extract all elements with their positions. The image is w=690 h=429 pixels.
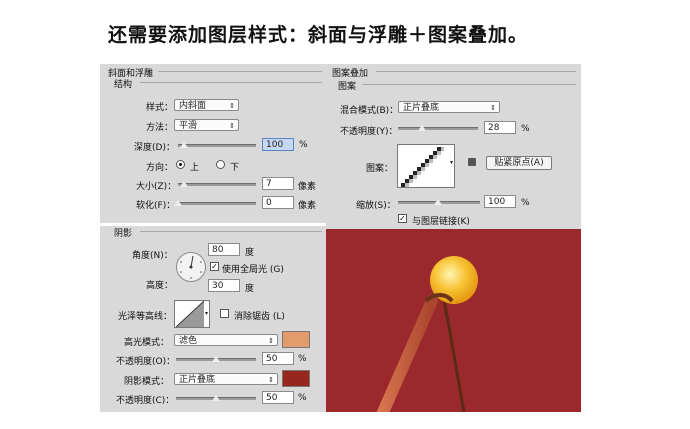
depth-label: 深度(D)： [134, 143, 175, 153]
diagonal-pattern-icon [401, 147, 444, 187]
link-with-layer-label: 与图层链接(K) [412, 217, 470, 227]
shadow-mode-value: 正片叠底 [179, 375, 216, 385]
soften-slider[interactable] [178, 202, 256, 205]
dropdown-arrow-icon: ▾ [449, 159, 453, 166]
soften-unit: 像素 [298, 201, 317, 211]
antialias-checkbox[interactable] [220, 309, 229, 318]
updown-arrow-icon: ⇕ [490, 104, 496, 112]
altitude-label: 高度： [146, 281, 174, 291]
shadow-opacity-label: 不透明度(C)： [116, 396, 175, 406]
pattern-picker[interactable]: ▾ [397, 144, 455, 188]
size-unit: 像素 [298, 182, 317, 192]
direction-down-label: 下 [230, 163, 240, 173]
technique-label: 方法： [146, 123, 174, 133]
blend-mode-value: 正片叠底 [403, 103, 440, 113]
direction-up-label: 上 [190, 163, 200, 173]
size-input[interactable]: 7 [262, 177, 294, 190]
direction-label: 方向： [146, 163, 174, 173]
pattern-label: 图案： [366, 164, 394, 174]
depth-unit: % [299, 140, 308, 150]
shading-panel: 阴影 角度(N)： 80 度 ✓ 使用全局光 (G) 高度： 30 度 光泽等高… [100, 226, 326, 412]
pattern-opacity-input[interactable]: 28 [484, 121, 516, 134]
size-slider-thumb[interactable] [180, 181, 188, 187]
pattern-group-title: 图案 [338, 82, 357, 92]
angle-dial[interactable] [176, 252, 206, 282]
direction-down-radio[interactable] [216, 160, 225, 169]
lamp-illustration [376, 256, 478, 412]
direction-up-radio[interactable] [176, 160, 185, 169]
new-preset-icon[interactable] [468, 158, 476, 166]
shadow-opacity-thumb[interactable] [212, 395, 220, 401]
size-slider[interactable] [178, 183, 256, 186]
style-select[interactable]: 内斜面 ⇕ [174, 99, 239, 111]
scale-label: 缩放(S)： [356, 201, 396, 211]
angle-label: 角度(N)： [132, 251, 173, 261]
blend-mode-label: 混合模式(B)： [340, 106, 399, 116]
updown-arrow-icon: ⇕ [229, 102, 235, 110]
highlight-opacity-unit: % [298, 354, 307, 364]
highlight-mode-value: 滤色 [179, 336, 198, 346]
divider [140, 231, 322, 232]
divider [140, 82, 322, 83]
depth-input[interactable]: 100 [262, 138, 294, 151]
angle-input[interactable]: 80 [208, 243, 240, 256]
shadow-mode-select[interactable]: 正片叠底 ⇕ [174, 373, 278, 385]
divider [376, 71, 576, 72]
divider [158, 71, 322, 72]
global-light-label: 使用全局光 (G) [222, 265, 284, 275]
scale-slider-thumb[interactable] [434, 199, 442, 205]
shadow-opacity-input[interactable]: 50 [262, 391, 294, 404]
caption-text: 还需要添加图层样式：斜面与浮雕＋图案叠加。 [108, 24, 529, 46]
snap-to-origin-button[interactable]: 贴紧原点(A) [486, 156, 552, 170]
pattern-section-title: 图案叠加 [332, 69, 369, 79]
altitude-input[interactable]: 30 [208, 279, 240, 292]
shadow-color-swatch[interactable] [282, 370, 310, 387]
pattern-opacity-thumb[interactable] [418, 125, 426, 131]
altitude-unit: 度 [245, 284, 255, 294]
angle-unit: 度 [245, 248, 255, 258]
style-label: 样式： [146, 103, 174, 113]
soften-slider-thumb[interactable] [174, 200, 182, 206]
divider [362, 84, 576, 85]
soften-label: 软化(F)： [136, 201, 176, 211]
link-with-layer-checkbox[interactable]: ✓ [398, 214, 407, 223]
pattern-opacity-label: 不透明度(Y)： [340, 127, 398, 137]
blend-mode-select[interactable]: 正片叠底 ⇕ [398, 101, 500, 113]
highlight-opacity-thumb[interactable] [212, 356, 220, 362]
size-label: 大小(Z)： [136, 182, 177, 192]
scale-unit: % [521, 198, 530, 208]
scale-input[interactable]: 100 [484, 195, 516, 208]
gloss-contour-label: 光泽等高线： [118, 312, 173, 322]
global-light-checkbox[interactable]: ✓ [210, 262, 219, 271]
highlight-opacity-label: 不透明度(O)： [116, 357, 176, 367]
pattern-opacity-slider[interactable] [398, 127, 478, 130]
technique-select-value: 平滑 [179, 121, 198, 131]
technique-select[interactable]: 平滑 ⇕ [174, 119, 239, 131]
highlight-color-swatch[interactable] [282, 331, 310, 348]
bevel-emboss-panel: 斜面和浮雕 结构 样式： 内斜面 ⇕ 方法： 平滑 ⇕ 深度(D)： 100 %… [100, 64, 326, 223]
updown-arrow-icon: ⇕ [268, 376, 274, 384]
shading-group-title: 阴影 [114, 229, 133, 239]
depth-slider[interactable] [178, 144, 256, 147]
highlight-opacity-input[interactable]: 50 [262, 352, 294, 365]
pattern-opacity-unit: % [521, 124, 530, 134]
contour-curve-icon [176, 301, 204, 327]
highlight-mode-label: 高光模式： [124, 338, 170, 348]
pattern-overlay-panel: 图案叠加 图案 混合模式(B)： 正片叠底 ⇕ 不透明度(Y)： 28 % 图案… [326, 64, 581, 229]
highlight-mode-select[interactable]: 滤色 ⇕ [174, 334, 278, 346]
soften-input[interactable]: 0 [262, 196, 294, 209]
structure-group-title: 结构 [114, 80, 133, 90]
antialias-label: 消除锯齿 (L) [234, 312, 285, 322]
angle-indicator-icon [180, 255, 202, 279]
dropdown-arrow-icon: ▾ [204, 310, 208, 317]
style-select-value: 内斜面 [179, 101, 207, 111]
shadow-opacity-unit: % [298, 393, 307, 403]
canvas-preview [326, 229, 581, 412]
updown-arrow-icon: ⇕ [268, 337, 274, 345]
updown-arrow-icon: ⇕ [229, 122, 235, 130]
depth-slider-thumb[interactable] [180, 142, 188, 148]
shadow-mode-label: 阴影模式： [124, 377, 170, 387]
gloss-contour-picker[interactable]: ▾ [174, 300, 210, 328]
